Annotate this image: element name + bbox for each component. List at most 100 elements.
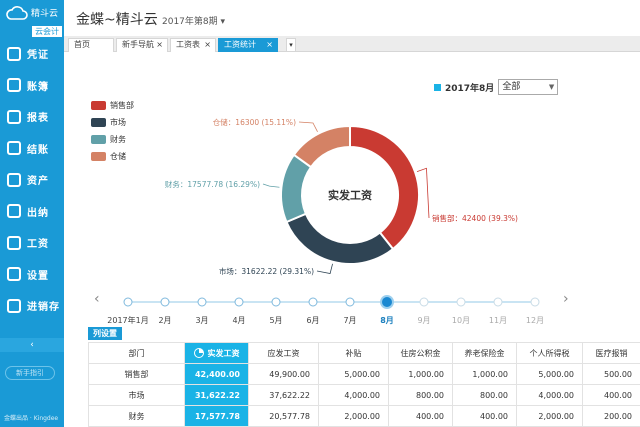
timeline-node[interactable] (345, 297, 355, 307)
close-icon[interactable]: × (204, 39, 211, 51)
table-header-label: 应发工资 (267, 348, 300, 358)
table-cell: 1,000.00 (452, 363, 517, 385)
timeline-month-label[interactable]: 5月 (269, 315, 282, 326)
pie-slice[interactable] (349, 124, 420, 251)
header: 金蝶~精斗云 2017年第8期 ▾ (64, 0, 640, 36)
chevron-down-icon: ▾ (220, 17, 226, 27)
table-row[interactable]: 市场 31,622.22 37,622.22 4,000.00 800.00 800.00… (88, 384, 640, 406)
sidebar-collapse-button[interactable]: ‹ (0, 338, 64, 352)
table-header-label: 医疗报销 (595, 348, 628, 358)
sidebar-item-7[interactable]: 设置 (0, 259, 64, 291)
table-header-label: 住房公积金 (400, 348, 441, 358)
legend-item[interactable]: 销售部 (91, 97, 134, 114)
timeline-node[interactable] (123, 297, 133, 307)
table-cell: 市场 (88, 384, 185, 406)
timeline-month-label[interactable]: 12月 (526, 315, 544, 326)
timeline-month-label[interactable]: 3月 (195, 315, 208, 326)
sidebar-item-2[interactable]: 报表 (0, 101, 64, 133)
close-icon[interactable]: × (156, 39, 163, 51)
legend-label: 销售部 (110, 101, 134, 110)
sidebar-item-0[interactable]: 凭证 (0, 38, 64, 70)
sidebar-item-label: 报表 (27, 113, 49, 125)
tab-3[interactable]: 工资统计 × (218, 38, 278, 52)
chart-legend: 销售部市场财务 仓储 (91, 97, 134, 165)
table-header[interactable]: 养老保险金 (452, 342, 517, 364)
timeline-node[interactable] (160, 297, 170, 307)
timeline-node[interactable] (234, 297, 244, 307)
sidebar-item-label: 设置 (27, 270, 49, 282)
tab-0[interactable]: 首页 (68, 38, 114, 52)
timeline-month-label[interactable]: 4月 (232, 315, 245, 326)
sidebar-item-5[interactable]: 出纳 (0, 196, 64, 228)
tab-1[interactable]: 新手导航 × (116, 38, 168, 52)
app-title: 金蝶~精斗云 (76, 12, 158, 28)
timeline-node[interactable] (308, 297, 318, 307)
timeline-month-label[interactable]: 9月 (417, 315, 430, 326)
pie-slice[interactable] (292, 124, 351, 169)
table-header[interactable]: 住房公积金 (388, 342, 453, 364)
tab-label: 首页 (74, 40, 90, 49)
main-content: 销售部：42400 (39.3%) 市场：31622.22 (29.31%) 财务：… (64, 53, 640, 427)
table-header[interactable]: 个人所得税 (516, 342, 583, 364)
legend-swatch (91, 135, 106, 144)
timeline-prev-icon[interactable]: ‹ (94, 291, 100, 307)
chevron-down-icon: ▼ (548, 83, 555, 91)
department-select[interactable]: 全部 ▼ (498, 79, 559, 95)
timeline-month-label[interactable]: 11月 (489, 315, 507, 326)
column-settings-button[interactable]: 列设置 (88, 327, 122, 340)
sidebar-item-1[interactable]: 账簿 (0, 70, 64, 102)
sidebar-item-3[interactable]: 结账 (0, 133, 64, 165)
close-icon[interactable]: × (266, 39, 273, 51)
guide-button[interactable]: 新手指引 (5, 366, 55, 380)
cashier-icon (7, 204, 21, 219)
legend-item[interactable]: 财务 (91, 131, 134, 148)
table-header[interactable]: 部门 (88, 342, 185, 364)
table-row[interactable]: 销售部 42,400.00 49,900.00 5,000.00 1,000.00 1,0… (88, 363, 640, 385)
table-cell: 2,000.00 (318, 405, 389, 427)
table-cell: 5,000.00 (318, 363, 389, 385)
filter-period: 2017年8月 (445, 83, 495, 94)
timeline-next-icon[interactable]: › (563, 291, 569, 307)
table-header[interactable]: 应发工资 (248, 342, 319, 364)
timeline-month-label[interactable]: 6月 (306, 315, 319, 326)
timeline-node[interactable] (493, 297, 503, 307)
table-header[interactable]: 补贴 (318, 342, 389, 364)
legend-item[interactable]: 仓储 (91, 148, 134, 165)
table-header[interactable]: 医疗报销 (582, 342, 640, 364)
legend-item[interactable]: 市场 (91, 114, 134, 131)
legend-label: 市场 (110, 118, 126, 127)
timeline-node[interactable] (380, 295, 394, 309)
cloud-logo-icon (6, 6, 28, 20)
brand-name: 精斗云 (31, 9, 59, 19)
table-cell: 31,622.22 (184, 384, 249, 406)
ledger-icon (7, 78, 21, 93)
chart-center-label: 实发工资 (328, 188, 372, 202)
timeline-node[interactable] (271, 297, 281, 307)
tab-label: 新手导航 (122, 40, 154, 49)
timeline-node[interactable] (419, 297, 429, 307)
table-cell: 42,400.00 (184, 363, 249, 385)
table-cell: 800.00 (452, 384, 517, 406)
legend-swatch (91, 118, 106, 127)
timeline-month-label[interactable]: 8月 (380, 315, 394, 326)
timeline-node[interactable] (197, 297, 207, 307)
sidebar-item-4[interactable]: 资产 (0, 164, 64, 196)
tab-2[interactable]: 工资表 × (170, 38, 216, 52)
table-cell: 400.00 (582, 384, 640, 406)
timeline-node[interactable] (456, 297, 466, 307)
timeline-month-label[interactable]: 2月 (158, 315, 171, 326)
timeline-month-label[interactable]: 2017年1月 (107, 315, 148, 326)
timeline-month-label[interactable]: 10月 (452, 315, 470, 326)
timeline-node[interactable] (530, 297, 540, 307)
tab-more-button[interactable]: ▾ (286, 38, 296, 52)
department-select-value: 全部 (502, 82, 521, 92)
sidebar-item-6[interactable]: 工资 (0, 227, 64, 259)
period-selector[interactable]: 2017年第8期 ▾ (162, 14, 225, 27)
sidebar-item-8[interactable]: 进销存 (0, 290, 64, 322)
table-header[interactable]: 实发工资 (184, 342, 249, 364)
table-cell: 400.00 (452, 405, 517, 427)
timeline-month-label[interactable]: 7月 (343, 315, 356, 326)
table-row[interactable]: 财务 17,577.78 20,577.78 2,000.00 400.00 400.00… (88, 405, 640, 427)
pie-slice[interactable] (285, 212, 395, 265)
table-cell: 500.00 (582, 363, 640, 385)
